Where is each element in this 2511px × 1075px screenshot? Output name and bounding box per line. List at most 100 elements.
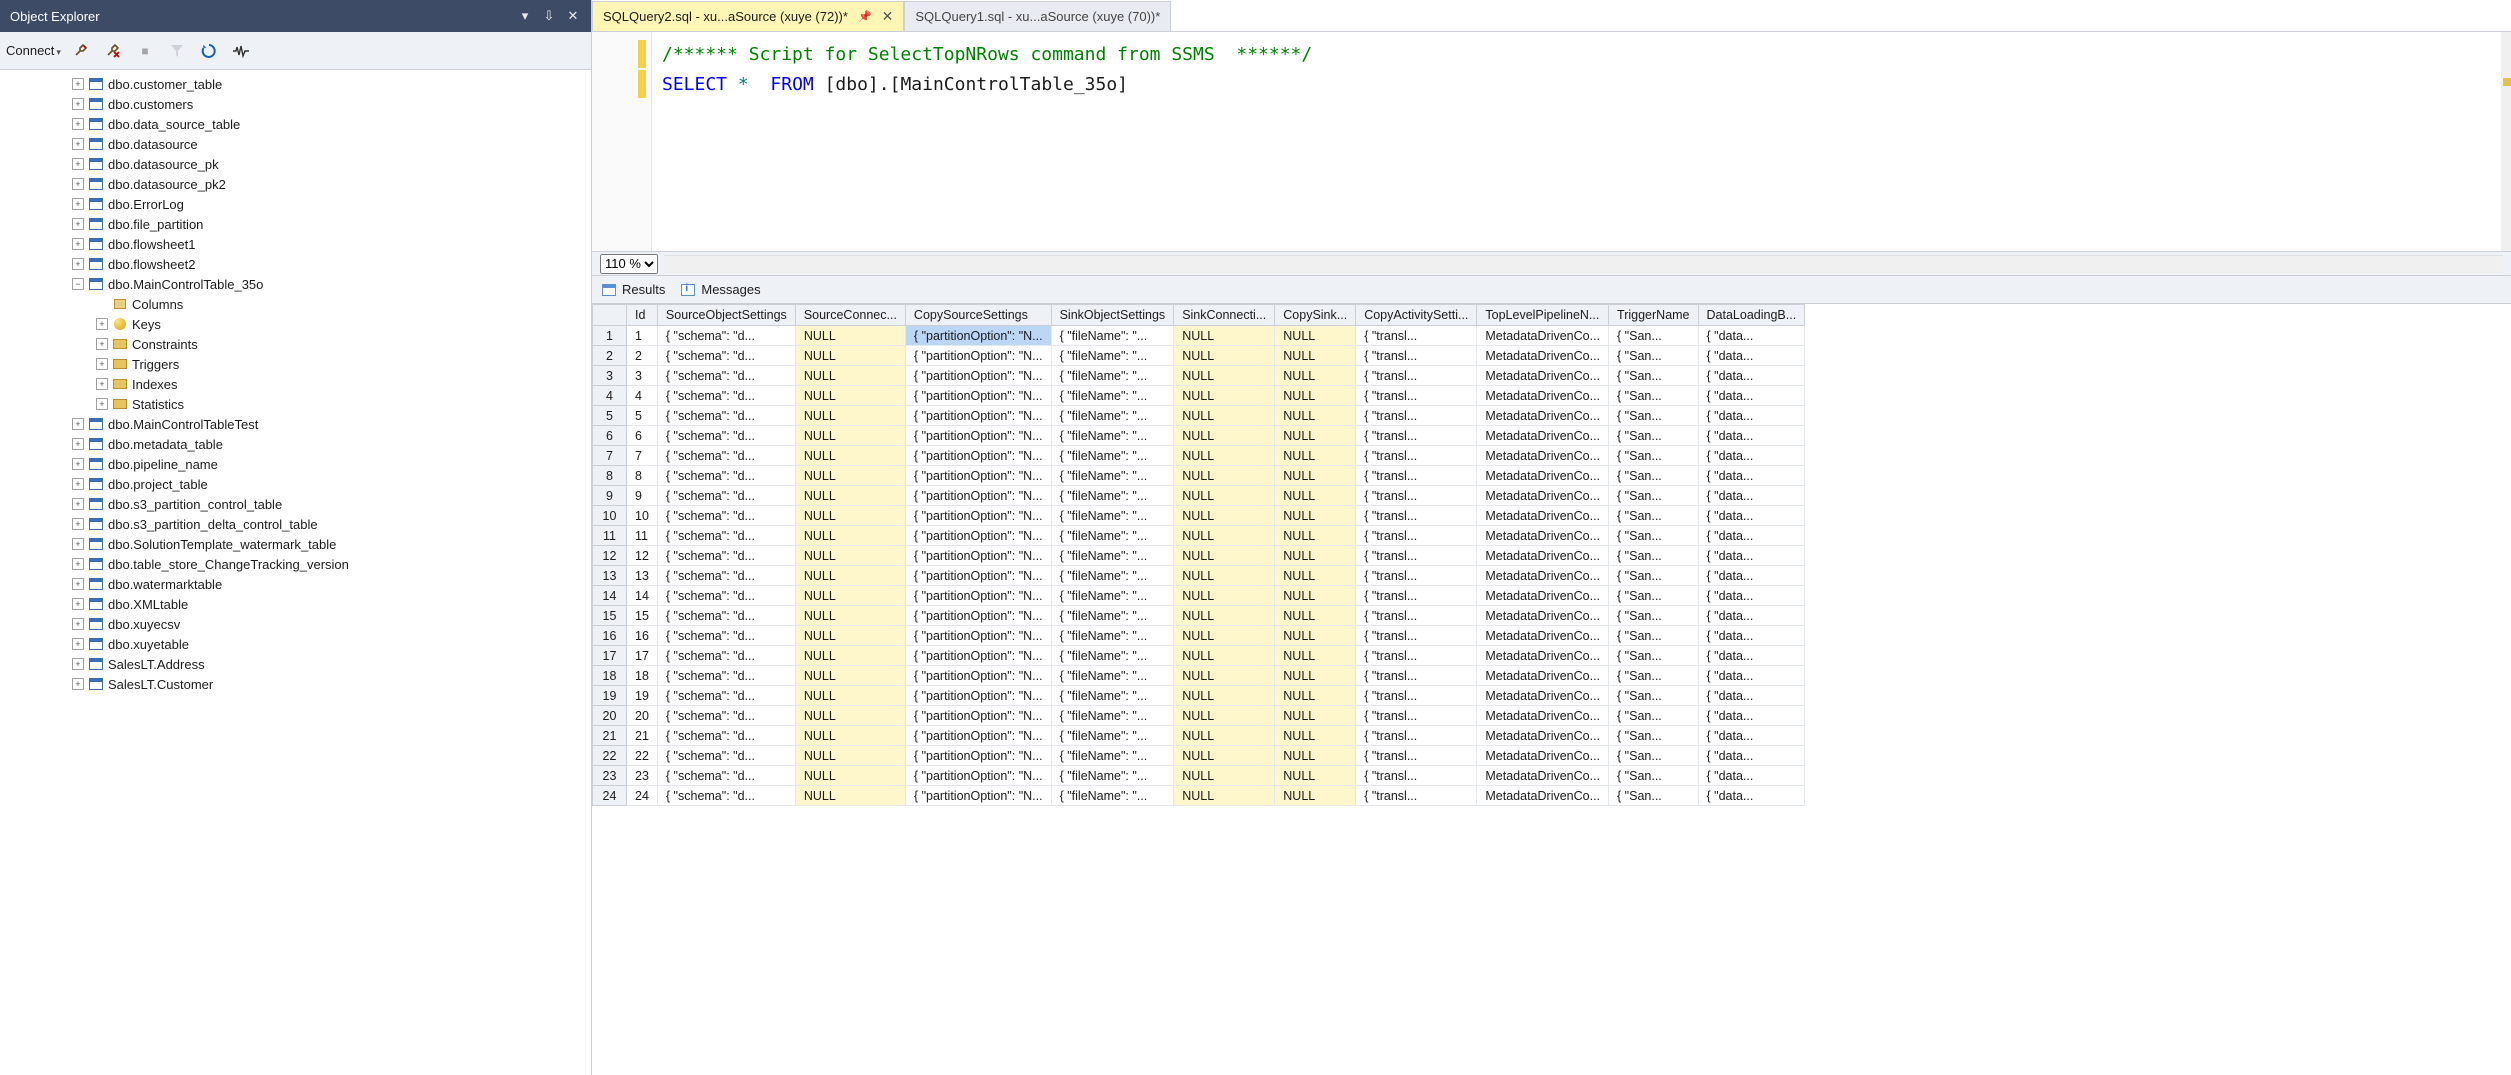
cell[interactable]: { "schema": "d... [657,466,795,486]
cell[interactable]: NULL [1174,386,1275,406]
cell[interactable]: { "fileName": "... [1051,566,1174,586]
close-icon[interactable]: ✕ [882,8,894,25]
cell[interactable]: { "San... [1609,606,1698,626]
cell[interactable]: NULL [795,526,905,546]
expand-icon[interactable]: + [72,198,84,210]
expand-icon[interactable]: + [72,458,84,470]
cell[interactable]: NULL [1275,446,1356,466]
tree-child-node[interactable]: +Triggers [0,354,591,374]
cell[interactable]: MetadataDrivenCo... [1477,506,1609,526]
row-number[interactable]: 15 [593,606,627,626]
cell[interactable]: { "data... [1698,366,1805,386]
cell[interactable]: { "San... [1609,666,1698,686]
row-number[interactable]: 17 [593,646,627,666]
column-header[interactable]: TriggerName [1609,305,1698,326]
cell[interactable]: NULL [1174,426,1275,446]
cell[interactable]: { "transl... [1356,426,1477,446]
cell[interactable]: { "data... [1698,346,1805,366]
cell[interactable]: { "data... [1698,486,1805,506]
table-row[interactable]: 33{ "schema": "d...NULL{ "partitionOptio… [593,366,1805,386]
cell[interactable]: { "partitionOption": "N... [905,606,1051,626]
cell[interactable]: NULL [1275,406,1356,426]
cell[interactable]: NULL [1174,666,1275,686]
cell[interactable]: { "transl... [1356,606,1477,626]
cell[interactable]: { "fileName": "... [1051,686,1174,706]
column-header[interactable]: SinkObjectSettings [1051,305,1174,326]
disconnect-icon[interactable] [69,39,93,63]
cell[interactable]: { "partitionOption": "N... [905,646,1051,666]
cell[interactable]: NULL [795,506,905,526]
panel-close-icon[interactable]: ✕ [561,4,585,28]
cell[interactable]: { "schema": "d... [657,586,795,606]
cell[interactable]: { "data... [1698,666,1805,686]
cell[interactable]: 2 [627,346,658,366]
cell[interactable]: NULL [1174,526,1275,546]
expand-icon[interactable]: + [72,98,84,110]
cell[interactable]: MetadataDrivenCo... [1477,346,1609,366]
results-grid[interactable]: IdSourceObjectSettingsSourceConnec...Cop… [592,304,2511,1075]
tab-sqlquery1[interactable]: SQLQuery1.sql - xu...aSource (xuye (70))… [904,1,1171,31]
table-row[interactable]: 11{ "schema": "d...NULL{ "partitionOptio… [593,326,1805,346]
cell[interactable]: { "schema": "d... [657,786,795,806]
tree-table-node[interactable]: +SalesLT.Customer [0,674,591,694]
cell[interactable]: NULL [795,626,905,646]
cell[interactable]: { "San... [1609,346,1698,366]
cell[interactable]: { "schema": "d... [657,686,795,706]
tree-table-node[interactable]: +dbo.MainControlTableTest [0,414,591,434]
cell[interactable]: { "transl... [1356,526,1477,546]
row-number[interactable]: 24 [593,786,627,806]
cell[interactable]: NULL [1275,746,1356,766]
cell[interactable]: NULL [1174,766,1275,786]
refresh-icon[interactable] [197,39,221,63]
cell[interactable]: { "San... [1609,566,1698,586]
cell[interactable]: { "transl... [1356,406,1477,426]
cell[interactable]: { "partitionOption": "N... [905,506,1051,526]
tree-child-node[interactable]: +Constraints [0,334,591,354]
cell[interactable]: { "transl... [1356,386,1477,406]
connect-button[interactable]: Connect▾ [6,43,61,58]
cell[interactable]: NULL [795,426,905,446]
cell[interactable]: { "transl... [1356,726,1477,746]
cell[interactable]: 9 [627,486,658,506]
cell[interactable]: MetadataDrivenCo... [1477,686,1609,706]
cell[interactable]: { "fileName": "... [1051,666,1174,686]
cell[interactable]: { "transl... [1356,706,1477,726]
tree-child-node[interactable]: Columns [0,294,591,314]
tree-child-node[interactable]: +Statistics [0,394,591,414]
tree-table-node[interactable]: +dbo.table_store_ChangeTracking_version [0,554,591,574]
cell[interactable]: { "data... [1698,706,1805,726]
cell[interactable]: 4 [627,386,658,406]
cell[interactable]: MetadataDrivenCo... [1477,426,1609,446]
cell[interactable]: NULL [795,726,905,746]
cell[interactable]: 1 [627,326,658,346]
cell[interactable]: NULL [1275,666,1356,686]
column-header[interactable]: CopySourceSettings [905,305,1051,326]
cell[interactable]: { "schema": "d... [657,666,795,686]
cell[interactable]: { "schema": "d... [657,446,795,466]
cell[interactable]: { "partitionOption": "N... [905,326,1051,346]
cell[interactable]: NULL [1174,586,1275,606]
cell[interactable]: { "data... [1698,586,1805,606]
tree-table-node[interactable]: +dbo.flowsheet2 [0,254,591,274]
cell[interactable]: { "data... [1698,646,1805,666]
tree-table-node[interactable]: +dbo.xuyetable [0,634,591,654]
expand-icon[interactable]: + [72,678,84,690]
cell[interactable]: { "San... [1609,586,1698,606]
cell[interactable]: { "data... [1698,546,1805,566]
cell[interactable]: { "partitionOption": "N... [905,706,1051,726]
cell[interactable]: 20 [627,706,658,726]
row-number[interactable]: 3 [593,366,627,386]
cell[interactable]: NULL [795,786,905,806]
cell[interactable]: { "transl... [1356,666,1477,686]
editor-h-scroll[interactable] [664,255,2503,273]
cell[interactable]: NULL [1275,526,1356,546]
cell[interactable]: NULL [1275,606,1356,626]
column-header[interactable]: CopyActivitySetti... [1356,305,1477,326]
cell[interactable]: { "schema": "d... [657,366,795,386]
cell[interactable]: { "fileName": "... [1051,766,1174,786]
cell[interactable]: { "partitionOption": "N... [905,686,1051,706]
cell[interactable]: NULL [795,486,905,506]
row-number[interactable]: 10 [593,506,627,526]
cell[interactable]: { "San... [1609,526,1698,546]
cell[interactable]: { "data... [1698,466,1805,486]
